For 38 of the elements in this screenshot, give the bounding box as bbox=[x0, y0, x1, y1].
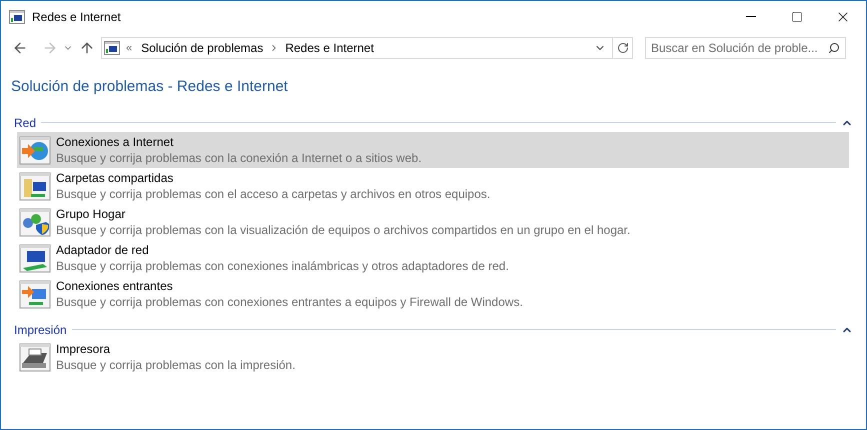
item-title: Grupo Hogar bbox=[56, 206, 126, 222]
section-title: Red bbox=[14, 114, 36, 132]
minimize-icon bbox=[746, 16, 756, 17]
item-description: Busque y corrija problemas con la impresión. bbox=[56, 356, 296, 372]
forward-arrow-icon bbox=[42, 40, 58, 56]
refresh-icon bbox=[616, 42, 628, 54]
troubleshooter-item[interactable]: Impresora Busque y corrija problemas con la impresión. bbox=[17, 338, 849, 374]
item-title: Conexiones entrantes bbox=[56, 278, 174, 294]
item-description: Busque y corrija problemas con el acceso a carpetas y archivos en otros equipos. bbox=[56, 186, 490, 202]
troubleshooter-item[interactable]: Conexiones entrantes Busque y corrija problemas con conexiones entrantes a equipos y Firewall de Windows. bbox=[17, 276, 849, 312]
item-title: Carpetas compartidas bbox=[56, 170, 174, 186]
item-description: Busque y corrija problemas con la conexión a Internet o a sitios web. bbox=[56, 150, 422, 166]
control-panel-icon bbox=[104, 41, 120, 55]
item-title: Impresora bbox=[56, 340, 112, 356]
troubleshooter-item[interactable]: Grupo Hogar Busque y corrija problemas con la visualización de equipos o archivos compartidos en un grupo en el hogar. bbox=[17, 204, 849, 240]
item-description: Busque y corrija problemas con la visualización de equipos o archivos compartidos en un grupo en el hogar. bbox=[56, 222, 630, 238]
address-bar[interactable]: « Solución de problemas Redes e Internet bbox=[101, 37, 633, 59]
troubleshooter-item[interactable]: Adaptador de red Busque y corrija problemas con conexiones inalámbricas y otros adaptadores de red. bbox=[17, 240, 849, 276]
section-title: Impresión bbox=[14, 322, 67, 338]
people-shield-icon bbox=[19, 206, 51, 238]
breadcrumb[interactable]: Solución de problemas bbox=[141, 39, 264, 57]
window-title: Redes e Internet bbox=[32, 8, 121, 26]
maximize-icon bbox=[791, 10, 803, 22]
item-description: Busque y corrija problemas con conexiones entrantes a equipos y Firewall de Windows. bbox=[56, 294, 523, 310]
search-field[interactable]: Buscar en Solución de proble... bbox=[645, 37, 846, 59]
breadcrumb[interactable]: Redes e Internet bbox=[285, 39, 374, 57]
network-adapter-icon bbox=[19, 242, 51, 274]
folder-computer-icon bbox=[19, 170, 51, 202]
control-panel-icon bbox=[9, 10, 25, 24]
overflow-chevron[interactable]: « bbox=[126, 40, 132, 56]
page-heading: Solución de problemas - Redes e Internet bbox=[11, 77, 289, 97]
item-description: Busque y corrija problemas con conexiones inalámbricas y otros adaptadores de red. bbox=[56, 258, 509, 274]
item-title: Conexiones a Internet bbox=[56, 134, 174, 150]
troubleshooter-item[interactable]: Conexiones a Internet Busque y corrija problemas con la conexión a Internet o a sitios web. bbox=[17, 132, 849, 168]
troubleshooter-item[interactable]: Carpetas compartidas Busque y corrija problemas con el acceso a carpetas y archivos en otros equipos. bbox=[17, 168, 849, 204]
printer-icon bbox=[19, 340, 51, 372]
search-icon bbox=[828, 42, 840, 54]
item-title: Adaptador de red bbox=[56, 242, 150, 258]
